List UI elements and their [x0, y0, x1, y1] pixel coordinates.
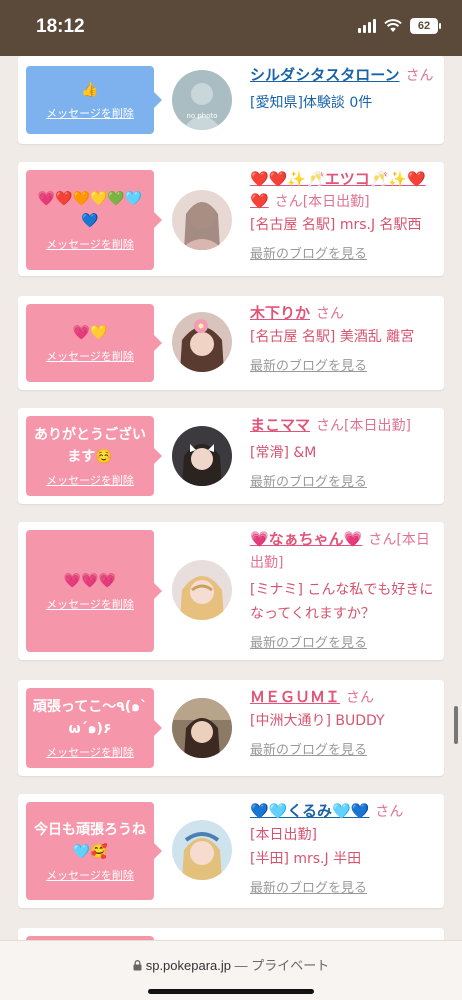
list-item: 頑張ってこ〜٩(๑`ω´๑)۶ メッセージを削除 ＭＥＧＵＭＩ さん [中洲大通り… — [18, 680, 444, 776]
user-name-link[interactable]: ＭＥＧＵＭＩ — [250, 688, 340, 706]
wifi-icon — [384, 19, 402, 32]
user-name-link[interactable]: まこママ — [250, 416, 310, 434]
status-bar: 18:12 62 — [0, 0, 462, 56]
honorific: さん — [368, 532, 397, 548]
avatar[interactable]: no photo — [172, 70, 232, 130]
url-text: sp.pokepara.jp — [145, 958, 231, 973]
user-meta: [中洲大通り] BUDDY — [250, 713, 385, 729]
list-item: 👍 メッセージを削除 no photo シルダシタスタローン さん [愛知県]体験… — [18, 56, 444, 144]
scrollbar-thumb[interactable] — [454, 706, 458, 744]
honorific: さん — [375, 804, 404, 820]
battery-icon: 62 — [410, 18, 441, 34]
avatar[interactable] — [172, 560, 232, 620]
lock-icon — [133, 960, 142, 971]
user-info: ❤️❤️✨🥂エツコ🥂✨❤️❤️ さん[本日出勤] [名古屋 名駅] mrs.J 名… — [250, 168, 436, 262]
honorific: さん — [316, 306, 345, 322]
message-text: 💗💛 — [72, 325, 108, 341]
latest-blog-link[interactable]: 最新のブログを見る — [250, 355, 436, 374]
browser-bottom-bar: sp.pokepara.jp — プライベート — [0, 940, 462, 1000]
latest-blog-link[interactable]: 最新のブログを見る — [250, 632, 436, 651]
user-info: シルダシタスタローン さん [愛知県]体験談 0件 — [250, 64, 436, 115]
honorific: さん — [346, 690, 375, 706]
list-item: 💗💗💗 メッセージを削除 💗なぁちゃん💗 さん[本日出勤] [ミナミ] こんな私で… — [18, 522, 444, 660]
user-name-link[interactable]: シルダシタスタローン — [250, 66, 400, 84]
url-separator: — — [234, 958, 248, 973]
latest-blog-link[interactable]: 最新のブログを見る — [250, 243, 436, 262]
message-text: 頑張ってこ〜٩(๑`ω´๑)۶ — [32, 699, 148, 737]
message-text: ありがとうございます☺️ — [34, 427, 146, 465]
list-item-partial — [18, 928, 444, 940]
latest-blog-link[interactable]: 最新のブログを見る — [250, 471, 436, 490]
user-name-link[interactable]: 💙🩵くるみ🩵💙 — [250, 802, 369, 820]
avatar[interactable] — [172, 820, 232, 880]
status-icons: 62 — [358, 18, 441, 34]
user-info: 木下りか さん [名古屋 名駅] 美酒乱 離宮 最新のブログを見る — [250, 302, 436, 374]
message-bubble: 👍 メッセージを削除 — [26, 66, 162, 134]
delete-message-link[interactable]: メッセージを削除 — [46, 744, 134, 760]
message-bubble: ありがとうございます☺️ メッセージを削除 — [26, 416, 162, 496]
user-name-link[interactable]: 💗なぁちゃん💗 — [250, 530, 362, 548]
message-text: 今日も頑張ろうね🩵🥰 — [34, 822, 146, 860]
avatar-note: no photo — [186, 112, 217, 120]
cellular-signal-icon — [358, 19, 376, 33]
user-info: 💗なぁちゃん💗 さん[本日出勤] [ミナミ] こんな私でも好きになってくれますか？… — [250, 528, 436, 651]
user-name-link[interactable]: 木下りか — [250, 304, 310, 322]
user-meta: [愛知県]体験談 0件 — [250, 95, 373, 111]
message-bubble: 💗💛 メッセージを削除 — [26, 304, 162, 382]
message-bubble: 頑張ってこ〜٩(๑`ω´๑)۶ メッセージを削除 — [26, 688, 162, 768]
user-meta: [名古屋 名駅] 美酒乱 離宮 — [250, 329, 415, 345]
user-info: まこママ さん[本日出勤] [常滑] &M 最新のブログを見る — [250, 414, 436, 490]
message-bubble: 💗❤️🧡💛💚🩵💙 メッセージを削除 — [26, 170, 162, 270]
user-meta: [ミナミ] こんな私でも好きになってくれますか？ — [250, 582, 434, 622]
latest-blog-link[interactable]: 最新のブログを見る — [250, 877, 436, 896]
message-text: 💗❤️🧡💛💚🩵💙 — [37, 191, 143, 229]
user-info: 💙🩵くるみ🩵💙 さん [本日出勤] [半田] mrs.J 半田 最新のブログを見る — [250, 800, 436, 896]
latest-blog-link[interactable]: 最新のブログを見る — [250, 739, 436, 758]
avatar[interactable] — [172, 312, 232, 372]
user-info: ＭＥＧＵＭＩ さん [中洲大通り] BUDDY 最新のブログを見る — [250, 686, 436, 758]
delete-message-link[interactable]: メッセージを削除 — [46, 105, 134, 121]
message-bubble: 💗💗💗 メッセージを削除 — [26, 530, 162, 652]
list-item: 💗❤️🧡💛💚🩵💙 メッセージを削除 ❤️❤️✨🥂エツコ🥂✨❤️❤️ さん[本日出勤… — [18, 162, 444, 276]
honorific: さん — [405, 68, 434, 84]
user-meta: [半田] mrs.J 半田 — [250, 851, 362, 867]
status-time: 18:12 — [36, 16, 85, 37]
avatar[interactable] — [172, 698, 232, 758]
delete-message-link[interactable]: メッセージを削除 — [46, 236, 134, 252]
privacy-label: プライベート — [251, 958, 330, 973]
list-item: 💗💛 メッセージを削除 木下りか さん [名古屋 名駅] 美酒乱 離宮 最新のブロ… — [18, 296, 444, 390]
user-meta: [常滑] &M — [250, 445, 317, 461]
address-bar[interactable]: sp.pokepara.jp — プライベート — [0, 955, 462, 974]
attendance-tag: [本日出勤] — [344, 418, 411, 434]
message-text: 💗💗💗 — [63, 573, 117, 589]
user-meta: [名古屋 名駅] mrs.J 名駅西 — [250, 217, 422, 233]
delete-message-link[interactable]: メッセージを削除 — [46, 348, 134, 364]
home-indicator[interactable] — [148, 989, 314, 994]
avatar[interactable] — [172, 190, 232, 250]
message-feed[interactable]: 👍 メッセージを削除 no photo シルダシタスタローン さん [愛知県]体験… — [0, 56, 462, 940]
list-item: ありがとうございます☺️ メッセージを削除 まこママ さん[本日出勤] [常滑] … — [18, 408, 444, 504]
delete-message-link[interactable]: メッセージを削除 — [46, 596, 134, 612]
message-bubble: 今日も頑張ろうね🩵🥰 メッセージを削除 — [26, 802, 162, 900]
honorific: さん — [316, 418, 345, 434]
avatar[interactable] — [172, 426, 232, 486]
delete-message-link[interactable]: メッセージを削除 — [46, 867, 134, 883]
honorific: さん — [274, 194, 303, 210]
list-item: 今日も頑張ろうね🩵🥰 メッセージを削除 💙🩵くるみ🩵💙 さん [本日出勤] [半田… — [18, 794, 444, 908]
attendance-tag: [本日出勤] — [302, 194, 370, 210]
delete-message-link[interactable]: メッセージを削除 — [46, 472, 134, 488]
attendance-tag: [本日出勤] — [250, 827, 317, 843]
message-text: 👍 — [81, 82, 99, 98]
